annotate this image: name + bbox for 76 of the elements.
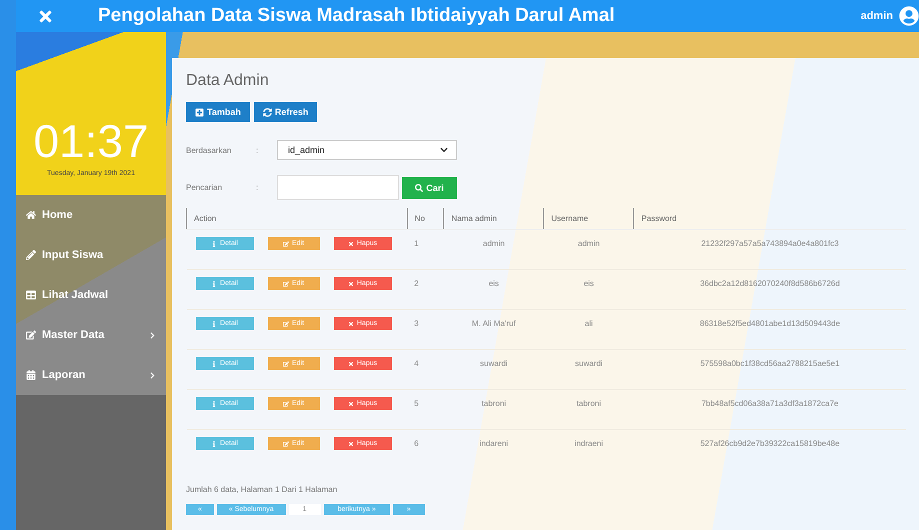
table-cell: tabroni	[576, 399, 602, 408]
info-icon	[211, 440, 218, 446]
sidebar-item[interactable]: Input Siswa	[16, 235, 166, 275]
refresh-button[interactable]: Refresh	[254, 102, 318, 122]
info-icon	[211, 320, 218, 326]
table-cell: 6	[414, 439, 419, 448]
table-cell: 575598a0bc1f38cd56aa2788215ae5e1	[700, 359, 840, 368]
menu-item-icon	[26, 330, 36, 340]
search-field[interactable]	[277, 175, 399, 200]
chevron-down-icon	[440, 146, 448, 154]
table-cell: 86318e52f5ed4801abe1d13d509443de	[700, 319, 840, 328]
add-button[interactable]: Tambah	[186, 102, 250, 122]
refresh-icon	[262, 108, 272, 116]
close-icon	[36, 8, 54, 24]
table-cell: tabroni	[482, 399, 506, 408]
table-cell: 5	[414, 399, 419, 408]
table-cell: 3	[414, 319, 419, 328]
sidebar-item[interactable]: Laporan	[16, 355, 166, 395]
x-icon	[348, 320, 354, 326]
table-cell: 527af26cb9d2e7b39322ca15819be48e	[700, 439, 840, 448]
sidebar-item[interactable]: Home	[16, 195, 166, 235]
x-icon	[348, 400, 354, 406]
table-cell: suwardi	[480, 359, 508, 368]
x-icon	[348, 440, 354, 446]
edit-icon	[282, 360, 289, 366]
column-header: Password	[634, 208, 906, 230]
user-avatar-icon[interactable]	[899, 6, 919, 26]
column-header: No	[407, 208, 444, 230]
info-icon	[211, 360, 218, 366]
user-name: admin	[860, 10, 893, 22]
info-icon	[211, 400, 218, 406]
info-icon	[211, 240, 218, 246]
sidebar-item[interactable]: Master Data	[16, 315, 166, 355]
x-icon	[348, 280, 354, 286]
table-cell: eis	[488, 279, 499, 288]
search-icon	[415, 184, 424, 192]
table-cell: 21232f297a57a5a743894a0e4a801fc3	[701, 239, 839, 248]
table-cell: 7bb48af5cd06a38a71a3df3a1872ca7e	[701, 399, 838, 408]
separator: :	[256, 183, 260, 192]
menu-item-icon	[26, 210, 36, 220]
table-cell: 36dbc2a12d8162070240f8d586b6726d	[700, 279, 840, 288]
clock-time: 01:37	[33, 118, 149, 164]
app-title: Pengolahan Data Siswa Madrasah Ibtidaiyyah Darul Amal	[98, 5, 616, 27]
table-cell: 4	[414, 359, 419, 368]
search-button[interactable]: Cari	[402, 176, 457, 198]
menu-item-icon	[26, 370, 36, 380]
sidebar-item[interactable]: Lihat Jadwal	[16, 275, 166, 315]
table-cell: eis	[584, 279, 594, 288]
x-icon	[348, 240, 354, 246]
info-icon	[211, 280, 218, 286]
menu-item-icon	[26, 250, 36, 260]
edit-icon	[282, 320, 289, 326]
table-cell: indraeni	[574, 439, 604, 448]
table-cell: M. Ali Ma'ruf	[472, 319, 516, 328]
column-header: Action	[186, 208, 408, 230]
table-cell: 1	[414, 239, 419, 248]
table-cell: suwardi	[575, 359, 603, 368]
summary-text: Jumlah 6 data, Halaman 1 Dari 1 Halaman	[186, 485, 338, 494]
column-header: Nama admin	[444, 208, 544, 230]
edit-icon	[282, 280, 289, 286]
x-icon	[348, 360, 354, 366]
edit-icon	[282, 440, 289, 446]
column-header: Username	[544, 208, 634, 230]
table-cell: admin	[482, 239, 505, 248]
table-cell: 2	[414, 279, 419, 288]
edit-icon	[282, 400, 289, 406]
menu-item-icon	[26, 290, 36, 300]
edit-icon	[282, 240, 289, 246]
table-cell: indareni	[480, 439, 508, 448]
search-label: Pencarian	[186, 183, 224, 192]
filter-select[interactable]: id_admin	[277, 140, 457, 160]
separator: :	[256, 146, 260, 154]
table-cell: ali	[584, 319, 593, 328]
page-title: Data Admin	[186, 72, 270, 90]
table-cell: admin	[578, 239, 600, 248]
filter-label: Berdasarkan	[186, 146, 232, 154]
